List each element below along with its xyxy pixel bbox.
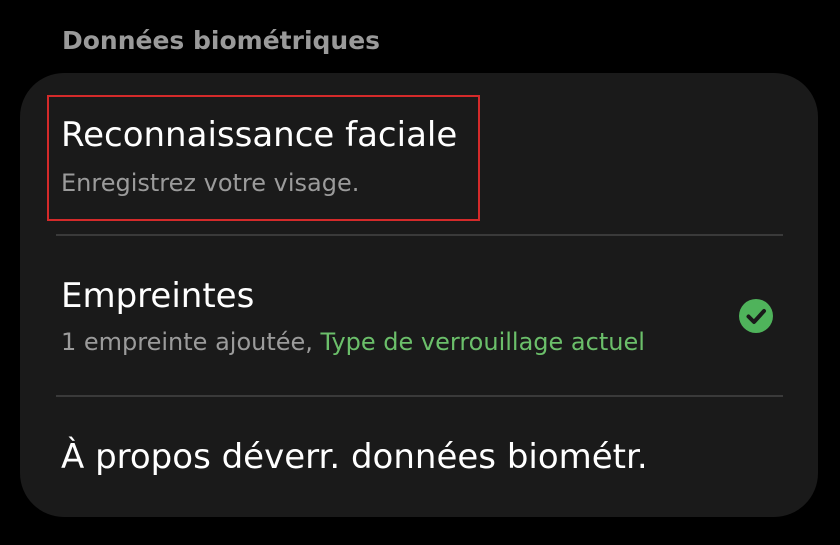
check-circle-icon: [739, 299, 773, 333]
list-item-fingerprints[interactable]: Empreintes 1 empreinte ajoutée, Type de …: [20, 236, 818, 396]
subtitle-prefix: 1 empreinte ajoutée,: [61, 328, 321, 356]
biometrics-card: Reconnaissance faciale Enregistrez votre…: [20, 73, 818, 517]
item-title: Reconnaissance faciale: [61, 115, 458, 155]
item-title: Empreintes: [61, 276, 255, 316]
item-subtitle: 1 empreinte ajoutée, Type de verrouillag…: [61, 328, 645, 356]
list-item-about-biometrics[interactable]: À propos déverr. données biométr.: [20, 397, 818, 517]
section-title: Données biométriques: [62, 26, 381, 55]
current-lock-type-label: Type de verrouillage actuel: [320, 328, 645, 356]
highlight-frame: [47, 95, 480, 221]
item-title: À propos déverr. données biométr.: [61, 437, 648, 477]
item-subtitle: Enregistrez votre visage.: [61, 169, 360, 197]
list-item-face-recognition[interactable]: Reconnaissance faciale Enregistrez votre…: [20, 73, 818, 233]
